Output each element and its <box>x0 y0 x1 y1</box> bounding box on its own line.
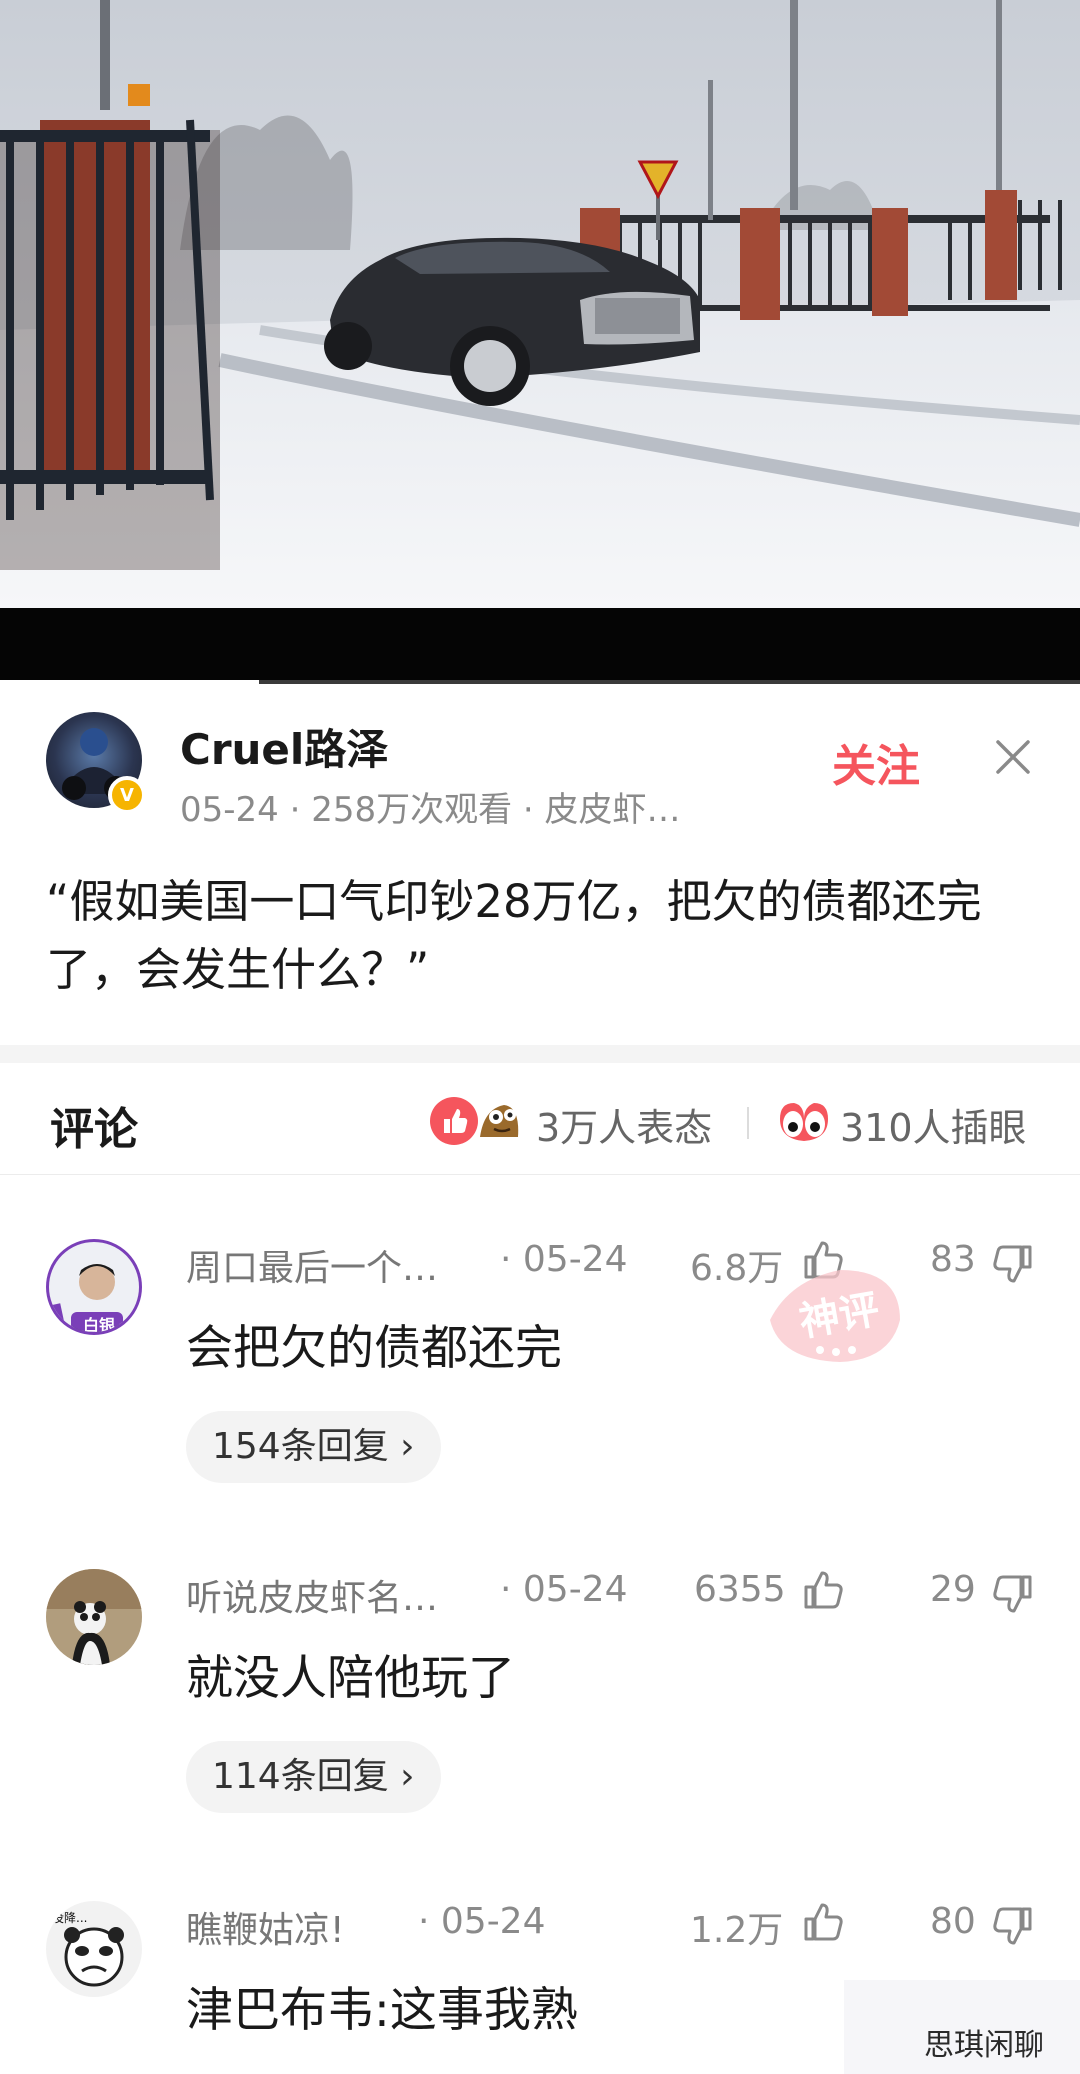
dislike-count: 29 <box>930 1569 976 1610</box>
comment-item: 听说皮皮虾名… · 05-24 6355 29 就没人陪他玩了 114条回复 › <box>0 1563 1080 1893</box>
author-row: V Cruel路泽 05-24 · 258万次观看 · 皮皮虾… 关注 <box>0 700 1080 830</box>
view-replies-button[interactable]: 114条回复 › <box>186 1741 441 1813</box>
eyes-icon <box>780 1103 828 1141</box>
follow-button[interactable]: 关注 <box>832 730 920 794</box>
comment-text: 会把欠的债都还完 <box>186 1321 562 1376</box>
reaction-count[interactable]: 3万人表态 <box>536 1097 712 1152</box>
author-name[interactable]: Cruel路泽 <box>180 716 388 777</box>
thumb-up-reaction-icon <box>430 1097 478 1145</box>
close-icon[interactable] <box>990 734 1036 780</box>
panda-image <box>46 1569 142 1665</box>
dislike-count: 80 <box>930 1901 976 1942</box>
post-text: “假如美国一口气印钞28万亿，把欠的债都还完了，会发生什么？” <box>46 875 982 996</box>
watermark-text: 思琪闲聊 <box>924 2028 1044 2063</box>
header-separator <box>747 1107 749 1139</box>
thumb-up-icon[interactable] <box>800 1567 846 1613</box>
avatar-label: 没降... <box>52 1911 88 1925</box>
comment-text: 津巴布韦:这事我熟 <box>186 1983 578 2038</box>
commenter-avatar[interactable]: 没降... <box>46 1901 142 1997</box>
view-replies-button[interactable]: 154条回复 › <box>186 1411 441 1483</box>
video-player[interactable] <box>0 0 1080 608</box>
thumb-down-icon[interactable] <box>990 1241 1036 1287</box>
thumb-up-icon[interactable] <box>800 1899 846 1945</box>
like-count: 1.2万 <box>690 1910 784 1951</box>
comment-username[interactable]: 听说皮皮虾名… <box>186 1569 438 1621</box>
comment-date: · 05-24 <box>500 1569 628 1610</box>
post-meta: 05-24 · 258万次观看 · 皮皮虾… <box>180 790 681 830</box>
top-comment-stamp: 神评 <box>770 1270 900 1362</box>
avatar-label: 白银 <box>83 1316 116 1335</box>
eyes-count[interactable]: 310人插眼 <box>840 1097 1027 1152</box>
video-letterbox <box>0 608 1080 684</box>
like-count: 6355 <box>694 1569 786 1610</box>
comment-username[interactable]: 瞧鞭姑凉! <box>186 1901 344 1953</box>
video-progress-bar[interactable] <box>0 680 1080 684</box>
emoji-reaction-icon <box>480 1105 519 1137</box>
comment-text: 就没人陪他玩了 <box>186 1651 515 1706</box>
comment-username[interactable]: 周口最后一个… <box>186 1239 438 1291</box>
section-divider <box>0 1045 1080 1063</box>
comment-date: · 05-24 <box>418 1901 546 1942</box>
video-progress-fill <box>0 680 260 684</box>
comments-header: 评论 3万人表态 310人插眼 <box>0 1063 1080 1175</box>
video-frame-image <box>0 0 1080 608</box>
dislike-count: 83 <box>930 1239 976 1280</box>
thumb-down-icon[interactable] <box>990 1571 1036 1617</box>
verified-icon: V <box>108 776 146 814</box>
comment-date: · 05-24 <box>500 1239 628 1280</box>
comments-title: 评论 <box>50 1104 138 1155</box>
commenter-avatar[interactable] <box>46 1569 142 1665</box>
watermark: 思琪闲聊 <box>844 1980 1080 2074</box>
thumb-down-icon[interactable] <box>990 1903 1036 1949</box>
commenter-avatar[interactable]: 白银 <box>46 1239 142 1335</box>
